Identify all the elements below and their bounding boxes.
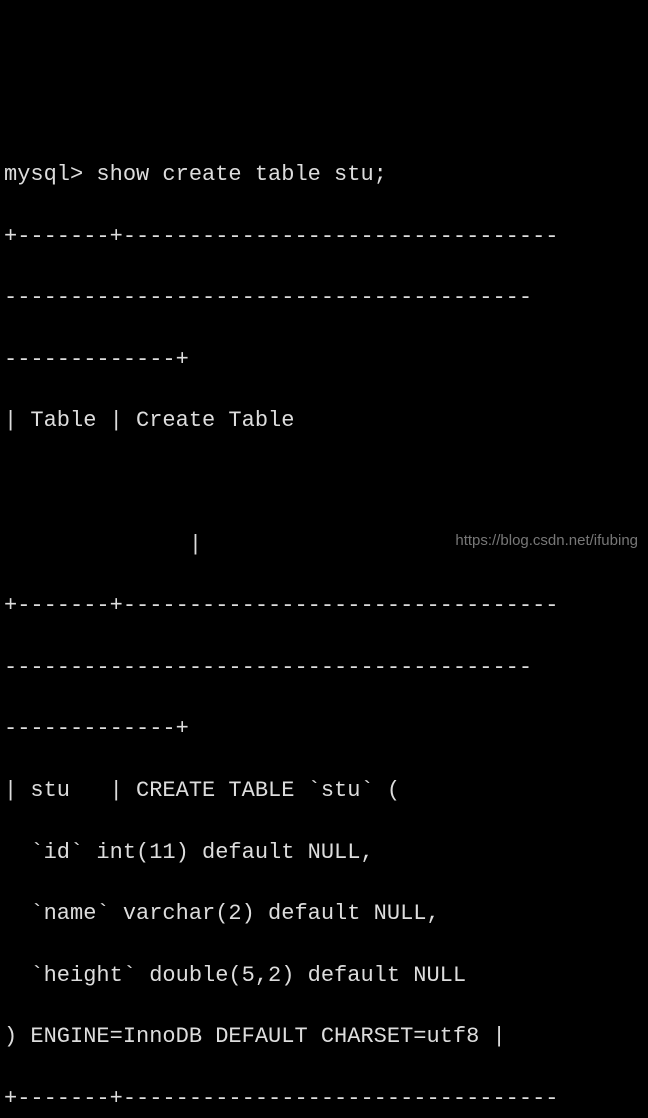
table-border: +-------+-------------------------------… <box>4 222 644 253</box>
column-def-name: `name` varchar(2) default NULL, <box>4 899 644 930</box>
empty-line <box>4 468 644 499</box>
table-border: ---------------------------------------- <box>4 283 644 314</box>
table-border: +-------+-------------------------------… <box>4 1084 644 1115</box>
column-def-height: `height` double(5,2) default NULL <box>4 961 644 992</box>
create-table-line: | stu | CREATE TABLE `stu` ( <box>4 776 644 807</box>
table-border: ---------------------------------------- <box>4 653 644 684</box>
table-border: +-------+-------------------------------… <box>4 591 644 622</box>
table-border: -------------+ <box>4 714 644 745</box>
watermark-text: https://blog.csdn.net/ifubing <box>455 530 638 551</box>
engine-line: ) ENGINE=InnoDB DEFAULT CHARSET=utf8 | <box>4 1022 644 1053</box>
table-border: -------------+ <box>4 345 644 376</box>
terminal-output: mysql> show create table stu; +-------+-… <box>4 129 644 1118</box>
table-header: | Table | Create Table <box>4 406 644 437</box>
column-def-id: `id` int(11) default NULL, <box>4 838 644 869</box>
sql-prompt-line: mysql> show create table stu; <box>4 160 644 191</box>
